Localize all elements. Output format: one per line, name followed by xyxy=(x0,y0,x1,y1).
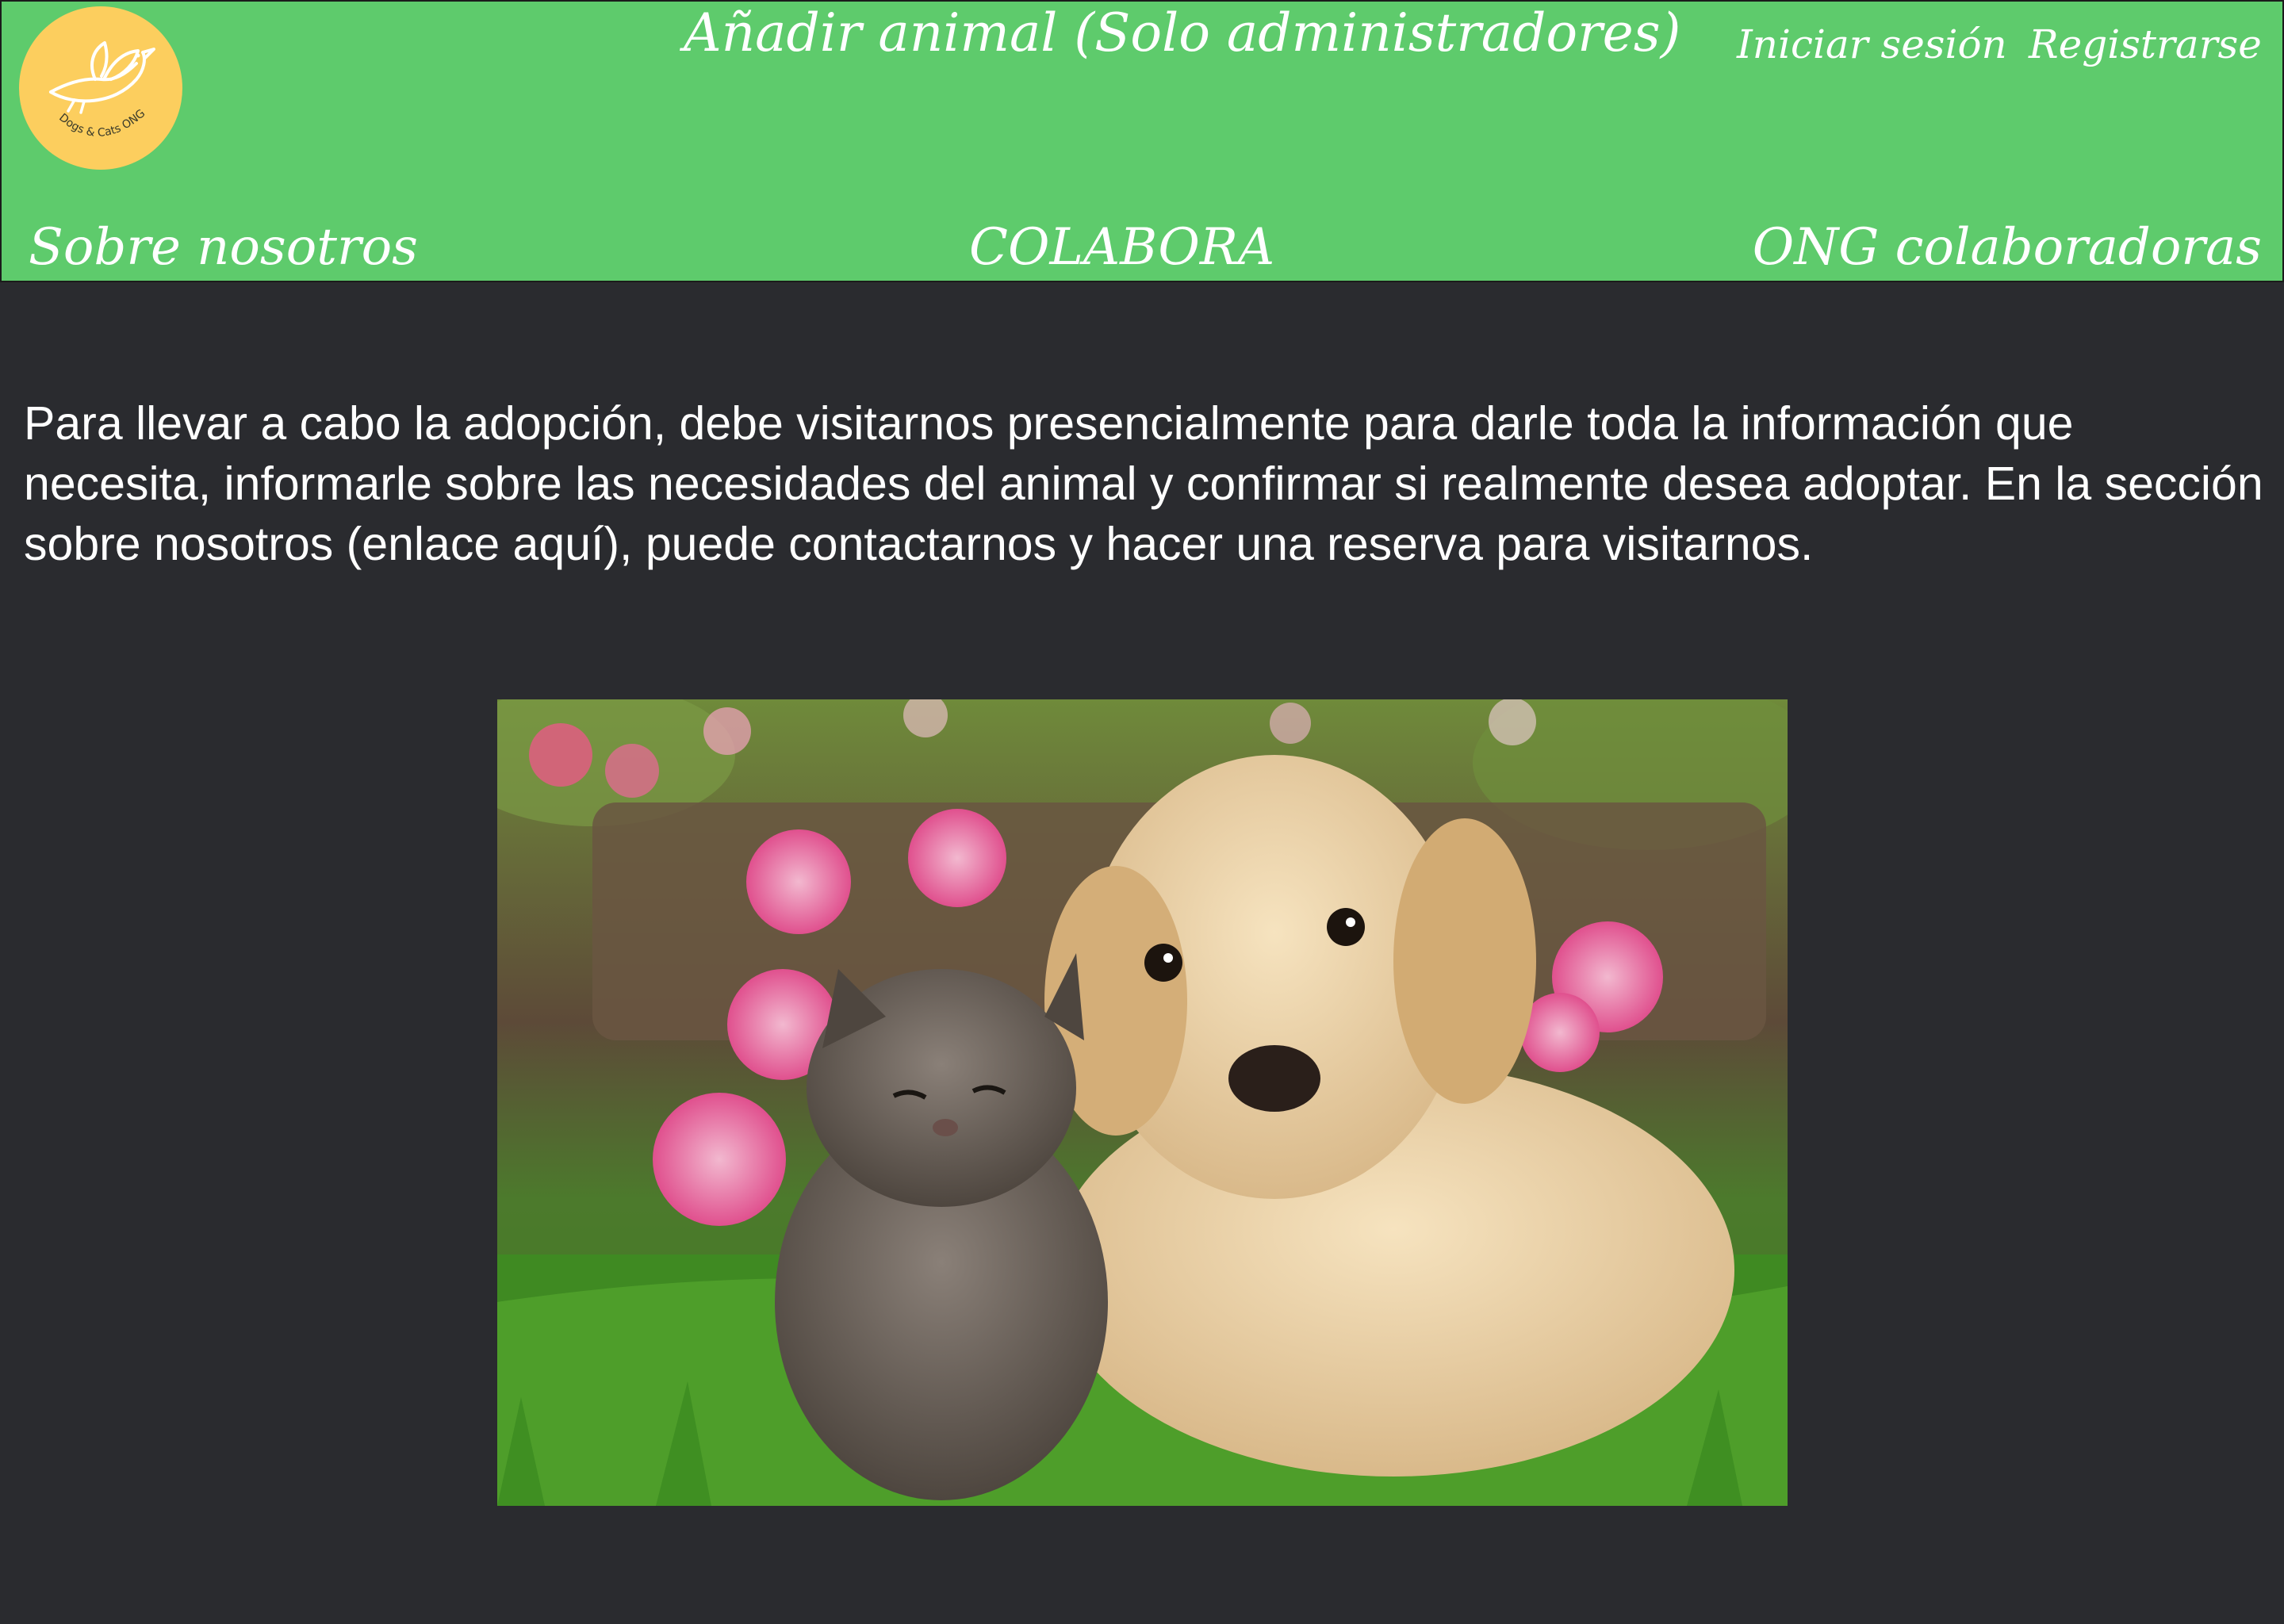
adoption-info-text: Para llevar a cabo la adopción, debe vis… xyxy=(24,397,2263,570)
register-link[interactable]: Registrarse xyxy=(2029,19,2262,70)
nav-collaborate[interactable]: COLABORA xyxy=(969,216,1274,279)
logo-bird-icon: Dogs & Cats ONG xyxy=(49,41,155,140)
nav-partner-ngos[interactable]: ONG colaboradoras xyxy=(1753,216,2262,279)
site-header: Dogs & Cats ONG Añadir animal (Solo admi… xyxy=(0,0,2284,282)
kitten-puppy-photo xyxy=(497,699,1788,1506)
logo-text: Dogs & Cats ONG xyxy=(56,107,148,140)
nav-about-us[interactable]: Sobre nosotros xyxy=(29,216,418,279)
add-animal-admin-link[interactable]: Añadir animal (Solo administradores) xyxy=(684,2,1680,65)
logo[interactable]: Dogs & Cats ONG xyxy=(19,6,182,170)
login-link[interactable]: Iniciar sesión xyxy=(1737,19,2007,70)
